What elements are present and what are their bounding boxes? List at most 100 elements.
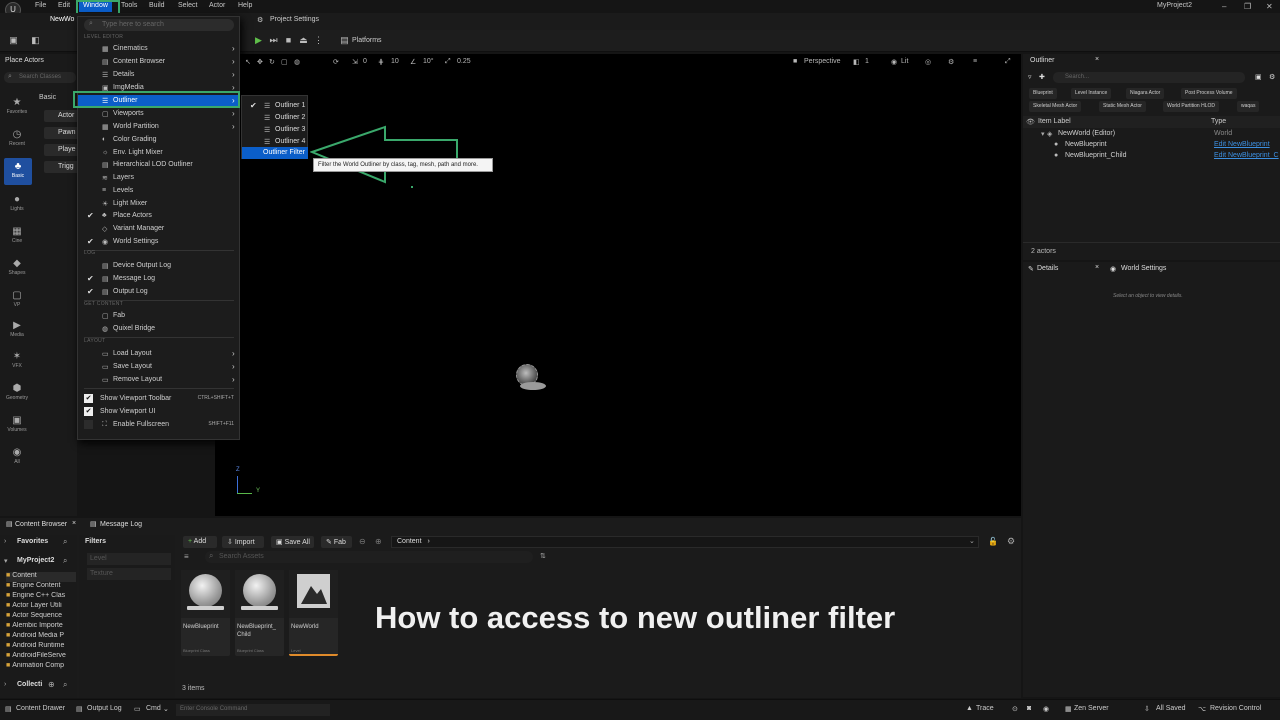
folder-row[interactable]: ■ AndroidFileServe: [6, 652, 76, 662]
world-space-icon[interactable]: ◍: [294, 58, 300, 66]
all-saved-status[interactable]: All Saved: [1156, 705, 1186, 712]
filter-chip[interactable]: Static Mesh Actor: [1099, 101, 1146, 112]
folder-row[interactable]: ■ Engine C++ Clas: [6, 592, 76, 602]
menu-remove-layout[interactable]: ▭ Remove Layout ›: [78, 374, 239, 386]
project-header[interactable]: MyProject2: [17, 557, 54, 564]
chevron-down-icon[interactable]: ▾: [4, 557, 8, 565]
filter-chip[interactable]: Blueprint: [1029, 88, 1057, 99]
tree-row-world[interactable]: ▾ ◈ NewWorld (Editor) World: [1023, 129, 1280, 140]
path-segment[interactable]: Content: [397, 538, 422, 545]
save-icon[interactable]: ▣: [8, 35, 19, 46]
settings-icon[interactable]: ⚙: [1007, 536, 1015, 547]
search-icon[interactable]: ⌕: [63, 680, 67, 690]
outliner-search-input[interactable]: Search...: [1053, 72, 1245, 83]
menu-show-viewport-toolbar[interactable]: ✔ Show Viewport Toolbar CTRL+SHIFT+T: [78, 393, 239, 405]
level-viewport[interactable]: [215, 54, 1021, 516]
tree-row-newblueprint-child[interactable]: ● NewBlueprint_Child Edit NewBlueprint_C: [1023, 151, 1280, 162]
settings-icon[interactable]: ⚙: [1269, 73, 1275, 81]
cat-vp[interactable]: ▢ VP: [0, 290, 34, 308]
menu-help[interactable]: Help: [238, 2, 252, 9]
menu-search-input[interactable]: Type here to search: [84, 19, 234, 31]
settings-icon[interactable]: ⚙: [257, 16, 263, 24]
cat-volumes[interactable]: ▣ Volumes: [0, 415, 34, 433]
cmd-dropdown[interactable]: Cmd: [146, 705, 161, 712]
menu-device-output-log[interactable]: ▤ Device Output Log: [78, 260, 239, 272]
play-icon[interactable]: ▶: [253, 35, 264, 46]
tree-row-newblueprint[interactable]: ● NewBlueprint Edit NewBlueprint: [1023, 140, 1280, 151]
view-options-icon[interactable]: ≡: [973, 58, 977, 65]
filter-item[interactable]: Level: [87, 553, 171, 565]
outliner-tab[interactable]: Outliner: [1030, 57, 1055, 64]
collections-header[interactable]: Collecti: [17, 681, 42, 688]
folder-row[interactable]: ■ Alembic Importe: [6, 622, 76, 632]
chevron-right-icon[interactable]: ›: [4, 538, 6, 545]
select-tool-icon[interactable]: ↖: [245, 58, 251, 66]
import-button[interactable]: ⇩ Import: [222, 536, 264, 548]
favorites-header[interactable]: Favorites: [17, 538, 48, 545]
grid-snap-icon[interactable]: ⋕: [378, 58, 384, 66]
folder-row[interactable]: ■ Content: [6, 572, 76, 582]
maximize-viewport-icon[interactable]: ⤢: [1005, 58, 1011, 66]
chevron-down-icon[interactable]: ⌄: [969, 537, 975, 545]
folder-row[interactable]: ■ Android Media P: [6, 632, 76, 642]
menu-select[interactable]: Select: [178, 2, 197, 9]
angle-zero-value[interactable]: 0: [363, 58, 367, 65]
menu-enable-fullscreen[interactable]: ⛶ Enable Fullscreen SHIFT+F11: [78, 419, 239, 431]
lit-dropdown[interactable]: Lit: [901, 58, 908, 65]
menu-light-mixer[interactable]: ☀ Light Mixer: [78, 198, 239, 210]
submenu-outliner-filter[interactable]: Outliner Filter: [242, 147, 308, 159]
angle-snap-icon[interactable]: ∠: [410, 58, 416, 66]
cat-media[interactable]: ▶ Media: [0, 320, 34, 338]
rotate-tool-icon[interactable]: ↻: [269, 58, 275, 66]
add-icon[interactable]: ⊕: [48, 680, 55, 689]
scale-snap-icon[interactable]: ⤢: [445, 58, 451, 66]
maximize-icon[interactable]: ❐: [1244, 2, 1251, 11]
revision-control-button[interactable]: Revision Control: [1210, 705, 1261, 712]
filter-icon[interactable]: ≡: [184, 552, 189, 561]
fov-icon[interactable]: ◧: [853, 58, 860, 66]
search-icon[interactable]: ⌕: [63, 537, 67, 547]
menu-build[interactable]: Build: [149, 2, 165, 9]
menu-quixel-bridge[interactable]: ◍ Quixel Bridge: [78, 323, 239, 335]
menu-viewports[interactable]: ▢ Viewports ›: [78, 108, 239, 120]
status-icon[interactable]: ◉: [1043, 705, 1049, 713]
settings-icon[interactable]: ⚙: [948, 58, 954, 66]
world-settings-tab[interactable]: World Settings: [1121, 265, 1166, 272]
menu-env-light-mixer[interactable]: ☼ Env. Light Mixer: [78, 147, 239, 159]
asset-card[interactable]: NewWorld Level: [289, 570, 338, 656]
cat-basic[interactable]: ♣ Basic: [4, 158, 32, 185]
add-button[interactable]: + Add: [183, 536, 217, 548]
show-flags-icon[interactable]: ◎: [925, 58, 931, 66]
submenu-outliner-2[interactable]: ☰ Outliner 2: [242, 112, 308, 124]
angle-size[interactable]: 10°: [423, 58, 434, 65]
filter-chip[interactable]: Post Process Volume: [1181, 88, 1237, 99]
add-icon[interactable]: ✚: [1039, 73, 1045, 81]
filter-icon[interactable]: ▿: [1028, 73, 1032, 81]
filter-chip[interactable]: Skeletal Mesh Actor: [1029, 101, 1082, 112]
menu-save-layout[interactable]: ▭ Save Layout ›: [78, 361, 239, 373]
grid-size[interactable]: 10: [391, 58, 399, 65]
fov-value[interactable]: 1: [865, 58, 869, 65]
menu-tools[interactable]: Tools: [121, 2, 137, 9]
move-tool-icon[interactable]: ✥: [257, 58, 263, 66]
tab-project-settings[interactable]: Project Settings: [270, 16, 319, 23]
more-options-icon[interactable]: ⋮: [313, 35, 324, 46]
folder-row[interactable]: ■ Actor Sequence: [6, 612, 76, 622]
submenu-outliner-3[interactable]: ☰ Outliner 3: [242, 124, 308, 136]
asset-search-input[interactable]: Search Assets: [205, 551, 533, 563]
perspective-dropdown[interactable]: Perspective: [804, 58, 841, 65]
tab-content-browser[interactable]: Content Browser: [15, 521, 67, 528]
cat-geometry[interactable]: ⬢ Geometry: [0, 383, 34, 401]
menu-variant-manager[interactable]: ◇ Variant Manager: [78, 223, 239, 235]
sort-icon[interactable]: ⇅: [540, 552, 546, 560]
menu-edit[interactable]: Edit: [58, 2, 70, 9]
chevron-right-icon[interactable]: ›: [4, 681, 6, 688]
asset-card[interactable]: NewBlueprint Blueprint Class: [181, 570, 230, 656]
filter-item[interactable]: Texture: [87, 568, 171, 580]
filter-chip[interactable]: waqas: [1237, 101, 1260, 112]
menu-world-partition[interactable]: ▦ World Partition ›: [78, 121, 239, 133]
menu-world-settings[interactable]: ✔ ◉ World Settings: [78, 236, 239, 248]
folder-row[interactable]: ■ Actor Layer Utili: [6, 602, 76, 612]
menu-levels[interactable]: ≡ Levels: [78, 185, 239, 197]
close-window-icon[interactable]: ✕: [1266, 2, 1273, 11]
